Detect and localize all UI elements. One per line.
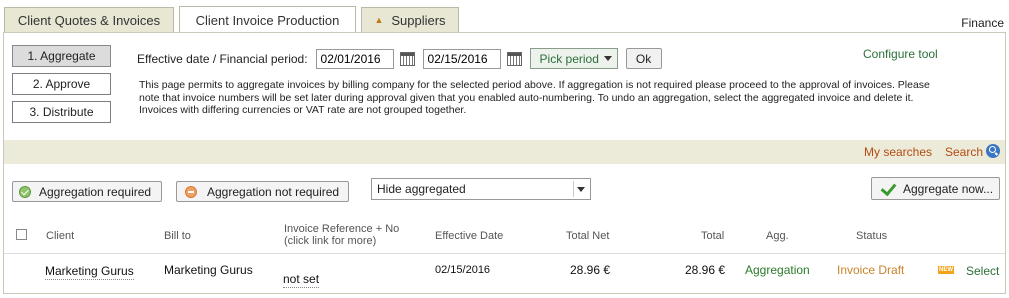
ok-button[interactable]: Ok [625,48,662,69]
pick-period-dropdown[interactable]: Pick period [529,48,618,69]
table-header: Client Bill to Invoice Reference + No (c… [4,209,1005,254]
minus-circle-icon [185,185,197,198]
date-to-input[interactable] [422,48,501,69]
column-header-reference[interactable]: Invoice Reference + No [284,223,399,235]
status-cell: Invoice Draft [837,263,905,277]
aggregation-filter-select[interactable]: Hide aggregated [371,178,591,200]
column-header-agg[interactable]: Agg. [766,230,789,242]
table-row[interactable]: Marketing Gurus Marketing Gurus not set … [4,254,1005,292]
step-aggregate-button[interactable]: 1. Aggregate [12,45,111,67]
filter-value: Hide aggregated [377,182,466,196]
chevron-down-icon [577,187,585,192]
button-label: Aggregation required [39,184,152,199]
client-cell[interactable]: Marketing Gurus [45,264,134,280]
period-label: Effective date / Financial period: [137,51,308,66]
tab-client-invoice-production[interactable]: Client Invoice Production [179,6,356,33]
step-approve-button[interactable]: 2. Approve [12,73,111,95]
step-distribute-button[interactable]: 3. Distribute [12,101,111,123]
button-label: Aggregate now... [903,181,994,196]
aggregation-not-required-button[interactable]: Aggregation not required [176,181,349,202]
select-link[interactable]: Select [966,264,999,278]
my-searches-link[interactable]: My searches [864,145,932,159]
column-header-effective-date[interactable]: Effective Date [435,230,503,242]
pick-period-label: Pick period [539,51,599,66]
workflow-steps: 1. Aggregate 2. Approve 3. Distribute [12,45,111,129]
column-header-reference-hint: (click link for more) [284,235,377,247]
calendar-icon[interactable] [506,51,522,66]
aggregation-required-button[interactable]: Aggregation required [12,181,162,202]
tab-suppliers[interactable]: ▲ Suppliers [361,7,459,32]
tab-label: Client Quotes & Invoices [17,12,161,28]
tab-label: Suppliers [391,12,446,28]
tab-label: Client Invoice Production [195,12,340,28]
divider [573,181,574,197]
column-header-total-net[interactable]: Total Net [566,230,609,242]
date-from-input[interactable] [315,48,394,69]
finance-link[interactable]: Finance [961,16,1004,30]
search-link[interactable]: Search [945,145,983,159]
invoice-reference-link[interactable]: not set [283,272,320,288]
checkmark-icon [880,183,896,195]
column-header-status[interactable]: Status [856,230,887,242]
button-label: Aggregation not required [207,184,340,199]
page-description: This page permits to aggregate invoices … [139,79,930,116]
total-cell: 28.96 € [685,263,726,277]
aggregate-now-button[interactable]: Aggregate now... [871,177,1000,200]
select-all-checkbox[interactable] [16,229,27,240]
calendar-icon[interactable] [399,51,415,66]
check-circle-icon [19,185,31,198]
aggregation-cell[interactable]: Aggregation [745,263,810,277]
search-icon[interactable] [986,144,1000,158]
configure-tool-link[interactable]: Configure tool [863,47,938,61]
period-selector: Effective date / Financial period: Pick … [137,48,662,69]
column-header-total[interactable]: Total [701,230,724,242]
new-badge-icon: NEW [938,266,954,274]
column-header-bill-to[interactable]: Bill to [164,230,191,242]
chevron-down-icon [603,56,612,61]
tab-client-quotes-invoices[interactable]: Client Quotes & Invoices [4,7,174,32]
up-arrow-icon: ▲ [374,15,384,25]
tab-bar: Client Quotes & Invoices Client Invoice … [4,0,1009,33]
search-band: My searches Search [4,140,1005,164]
total-net-cell: 28.96 € [570,263,611,277]
column-header-client[interactable]: Client [46,230,74,242]
bill-to-cell: Marketing Gurus [164,263,253,277]
main-panel: 1. Aggregate 2. Approve 3. Distribute Ef… [3,32,1006,294]
effective-date-cell: 02/15/2016 [435,264,491,276]
